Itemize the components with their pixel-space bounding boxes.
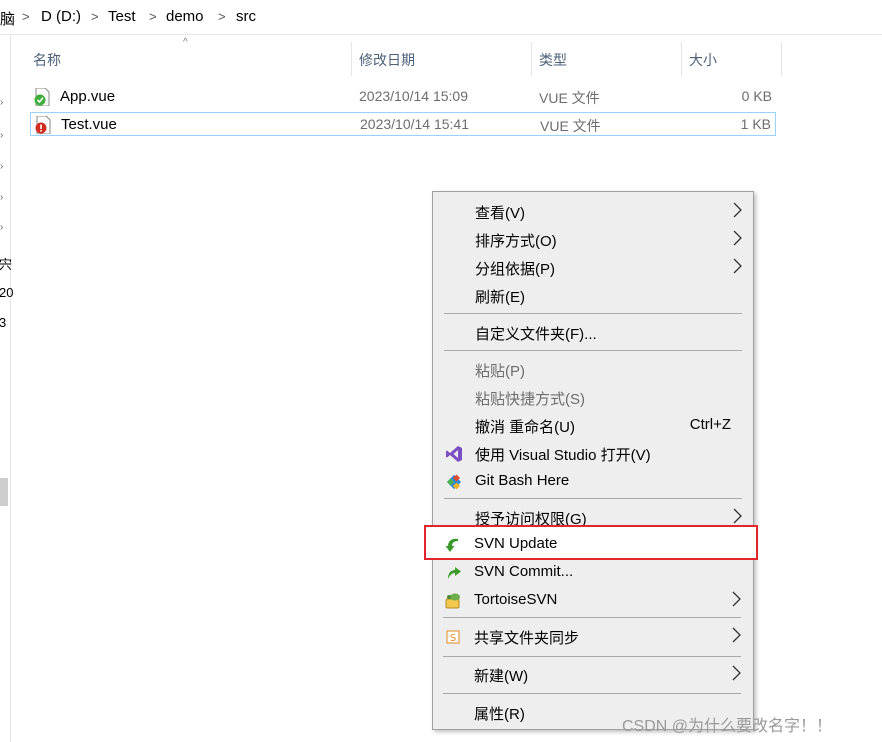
- breadcrumb-separator-icon[interactable]: >: [22, 9, 30, 24]
- column-header-name[interactable]: 名称: [33, 50, 61, 70]
- chevron-right-icon[interactable]: ›: [0, 161, 3, 172]
- menu-item-svn-commit[interactable]: SVN Commit...: [432, 559, 752, 587]
- menu-item-new[interactable]: 新建(W): [432, 661, 752, 689]
- menu-item-label: Git Bash Here: [475, 472, 570, 489]
- menu-item-svn-update[interactable]: SVN Update: [432, 531, 752, 559]
- menu-item-paste[interactable]: 粘贴(P): [433, 356, 753, 384]
- menu-item-refresh[interactable]: 刷新(E): [433, 282, 753, 310]
- menu-separator: [444, 313, 742, 314]
- breadcrumb-separator-icon[interactable]: >: [91, 9, 99, 24]
- menu-item-share-sync[interactable]: S 共享文件夹同步: [432, 623, 752, 651]
- file-row-test-vue[interactable]: Test.vue 2023/10/14 15:41 VUE 文件 1 KB: [30, 112, 776, 136]
- menu-item-git-bash[interactable]: Git Bash Here: [433, 468, 753, 496]
- menu-item-paste-shortcut[interactable]: 粘贴快捷方式(S): [433, 384, 753, 412]
- column-divider[interactable]: [681, 42, 682, 76]
- navigation-pane[interactable]: › › › › › 宍 20 3: [0, 35, 13, 742]
- menu-separator: [443, 656, 741, 657]
- menu-item-undo-rename[interactable]: 撤消 重命名(U) Ctrl+Z: [433, 412, 753, 440]
- menu-item-label: 撤消 重命名(U): [475, 419, 575, 436]
- nav-item-fragment[interactable]: 20: [0, 285, 13, 300]
- menu-item-label: 属性(R): [474, 706, 525, 723]
- column-divider[interactable]: [351, 42, 352, 76]
- menu-item-customize-folder[interactable]: 自定义文件夹(F)...: [433, 319, 753, 347]
- menu-item-sort[interactable]: 排序方式(O): [433, 226, 753, 254]
- visual-studio-icon: [446, 446, 462, 462]
- nav-item-fragment[interactable]: 宍: [0, 254, 12, 273]
- tortoisesvn-icon: [445, 593, 460, 609]
- menu-item-shortcut: Ctrl+Z: [689, 416, 731, 433]
- breadcrumb-item-drive[interactable]: D (D:): [41, 8, 81, 25]
- submenu-arrow-icon: [732, 665, 741, 681]
- file-name: App.vue: [60, 88, 116, 105]
- breadcrumb-item-demo[interactable]: demo: [166, 8, 204, 25]
- breadcrumb-divider: [0, 34, 882, 35]
- menu-item-label: TortoiseSVN: [474, 591, 558, 608]
- menu-item-label: 使用 Visual Studio 打开(V): [475, 447, 651, 464]
- column-header-size[interactable]: 大小: [689, 50, 717, 70]
- breadcrumb: 脑 > D (D:) > Test > demo > src: [0, 0, 882, 34]
- share-sync-icon: S: [446, 630, 460, 644]
- menu-item-label: 查看(V): [475, 205, 525, 222]
- svn-update-icon: [445, 538, 458, 552]
- chevron-right-icon[interactable]: ›: [0, 222, 3, 233]
- sort-ascending-icon: ^: [183, 37, 188, 48]
- file-type: VUE 文件: [539, 90, 600, 106]
- git-bash-icon: [446, 474, 462, 490]
- submenu-arrow-icon: [733, 508, 742, 524]
- menu-item-tortoisesvn[interactable]: TortoiseSVN: [432, 587, 752, 615]
- svn-commit-icon: [448, 567, 461, 579]
- menu-item-label: SVN Commit...: [474, 563, 574, 580]
- chevron-right-icon[interactable]: ›: [0, 130, 3, 141]
- breadcrumb-separator-icon[interactable]: >: [218, 9, 226, 24]
- watermark: CSDN @为什么要改名字！！: [622, 718, 833, 735]
- breadcrumb-item-test[interactable]: Test: [108, 8, 136, 25]
- file-date: 2023/10/14 15:41: [360, 116, 469, 132]
- file-type: VUE 文件: [540, 118, 601, 134]
- menu-separator: [443, 693, 741, 694]
- menu-item-label: 刷新(E): [475, 289, 525, 306]
- menu-item-label: SVN Update: [474, 535, 558, 552]
- file-name: Test.vue: [61, 116, 117, 133]
- svg-text:S: S: [450, 633, 456, 644]
- breadcrumb-item-this-pc[interactable]: 脑: [0, 8, 15, 29]
- svn-conflict-file-icon: [35, 116, 51, 134]
- column-header-type[interactable]: 类型: [539, 50, 567, 70]
- breadcrumb-separator-icon[interactable]: >: [149, 9, 157, 24]
- menu-item-view[interactable]: 查看(V): [433, 198, 753, 226]
- menu-item-label: 粘贴(P): [475, 363, 525, 380]
- menu-item-open-visual-studio[interactable]: 使用 Visual Studio 打开(V): [433, 440, 753, 468]
- column-divider[interactable]: [781, 42, 782, 76]
- menu-separator: [444, 350, 742, 351]
- submenu-arrow-icon: [732, 627, 741, 643]
- submenu-arrow-icon: [733, 230, 742, 246]
- menu-separator: [444, 498, 742, 499]
- file-row-app-vue[interactable]: App.vue 2023/10/14 15:09 VUE 文件 0 KB: [30, 85, 776, 109]
- menu-item-label: 共享文件夹同步: [474, 630, 580, 647]
- nav-scrollbar-thumb[interactable]: [0, 478, 8, 506]
- menu-item-label: 自定义文件夹(F)...: [475, 326, 597, 343]
- file-size: 1 KB: [740, 116, 771, 132]
- submenu-arrow-icon: [733, 202, 742, 218]
- breadcrumb-item-src[interactable]: src: [236, 8, 256, 25]
- menu-separator: [443, 617, 741, 618]
- nav-item-fragment[interactable]: 3: [0, 315, 6, 330]
- menu-item-label: 排序方式(O): [475, 233, 557, 250]
- submenu-arrow-icon: [732, 591, 741, 607]
- chevron-right-icon[interactable]: ›: [0, 97, 3, 108]
- menu-item-label: 新建(W): [474, 668, 529, 685]
- file-size: 0 KB: [741, 88, 772, 104]
- menu-item-label: 粘贴快捷方式(S): [475, 391, 585, 408]
- svn-normal-file-icon: [34, 88, 50, 106]
- chevron-right-icon[interactable]: ›: [0, 192, 3, 203]
- file-date: 2023/10/14 15:09: [359, 88, 468, 104]
- submenu-arrow-icon: [733, 258, 742, 274]
- menu-item-label: 分组依据(P): [475, 261, 555, 278]
- column-header-date[interactable]: 修改日期: [359, 50, 415, 70]
- menu-item-group[interactable]: 分组依据(P): [433, 254, 753, 282]
- column-divider[interactable]: [531, 42, 532, 76]
